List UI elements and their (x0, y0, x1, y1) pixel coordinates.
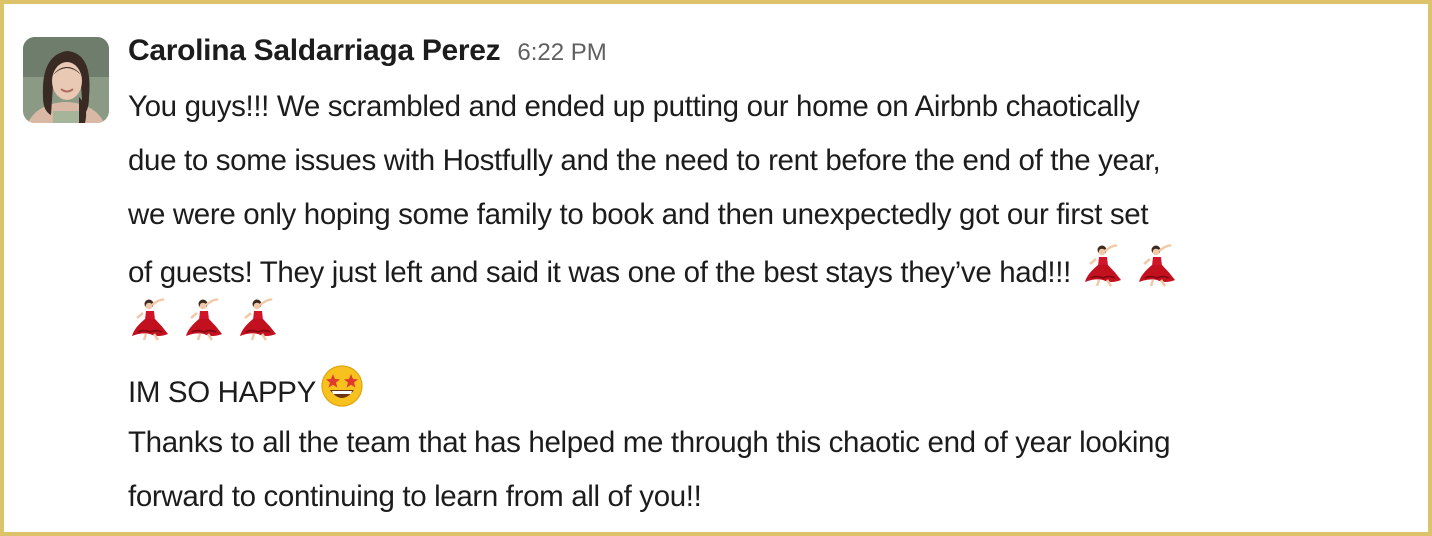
message-timestamp[interactable]: 6:22 PM (517, 39, 606, 67)
message-paragraph-1: You guys!!! We scrambled and ended up pu… (128, 80, 1424, 350)
text-line: IM SO HAPPY (128, 376, 316, 409)
woman-dancing-emoji (128, 296, 174, 342)
emoji-line (128, 296, 1424, 350)
woman-dancing-emoji (236, 296, 282, 342)
avatar-photo (23, 37, 109, 123)
message-card: Carolina Saldarriaga Perez 6:22 PM You g… (0, 0, 1432, 536)
text-line: due to some issues with Hostfully and th… (128, 144, 1161, 177)
author-name[interactable]: Carolina Saldarriaga Perez (128, 34, 501, 68)
message-paragraph-2: IM SO HAPPY Thanks to all the team that … (128, 362, 1424, 524)
star-struck-emoji (318, 362, 366, 410)
text-line: You guys!!! We scrambled and ended up pu… (128, 90, 1140, 123)
text-line: we were only hoping some family to book … (128, 198, 1149, 231)
text-line-with-emoji: IM SO HAPPY (128, 362, 1424, 416)
woman-dancing-emoji (1081, 242, 1127, 288)
text-line: forward to continuing to learn from all … (128, 480, 702, 513)
message-body: Carolina Saldarriaga Perez 6:22 PM You g… (128, 34, 1424, 524)
woman-dancing-emoji (1135, 242, 1181, 288)
text-line: of guests! They just left and said it wa… (128, 256, 1071, 289)
message-header: Carolina Saldarriaga Perez 6:22 PM (128, 34, 1424, 80)
emoji-group (1081, 242, 1181, 288)
text-line-with-emoji: of guests! They just left and said it wa… (128, 242, 1424, 296)
text-line: Thanks to all the team that has helped m… (128, 426, 1171, 459)
woman-dancing-emoji (182, 296, 228, 342)
emoji-group (128, 296, 282, 342)
avatar[interactable] (23, 37, 109, 123)
